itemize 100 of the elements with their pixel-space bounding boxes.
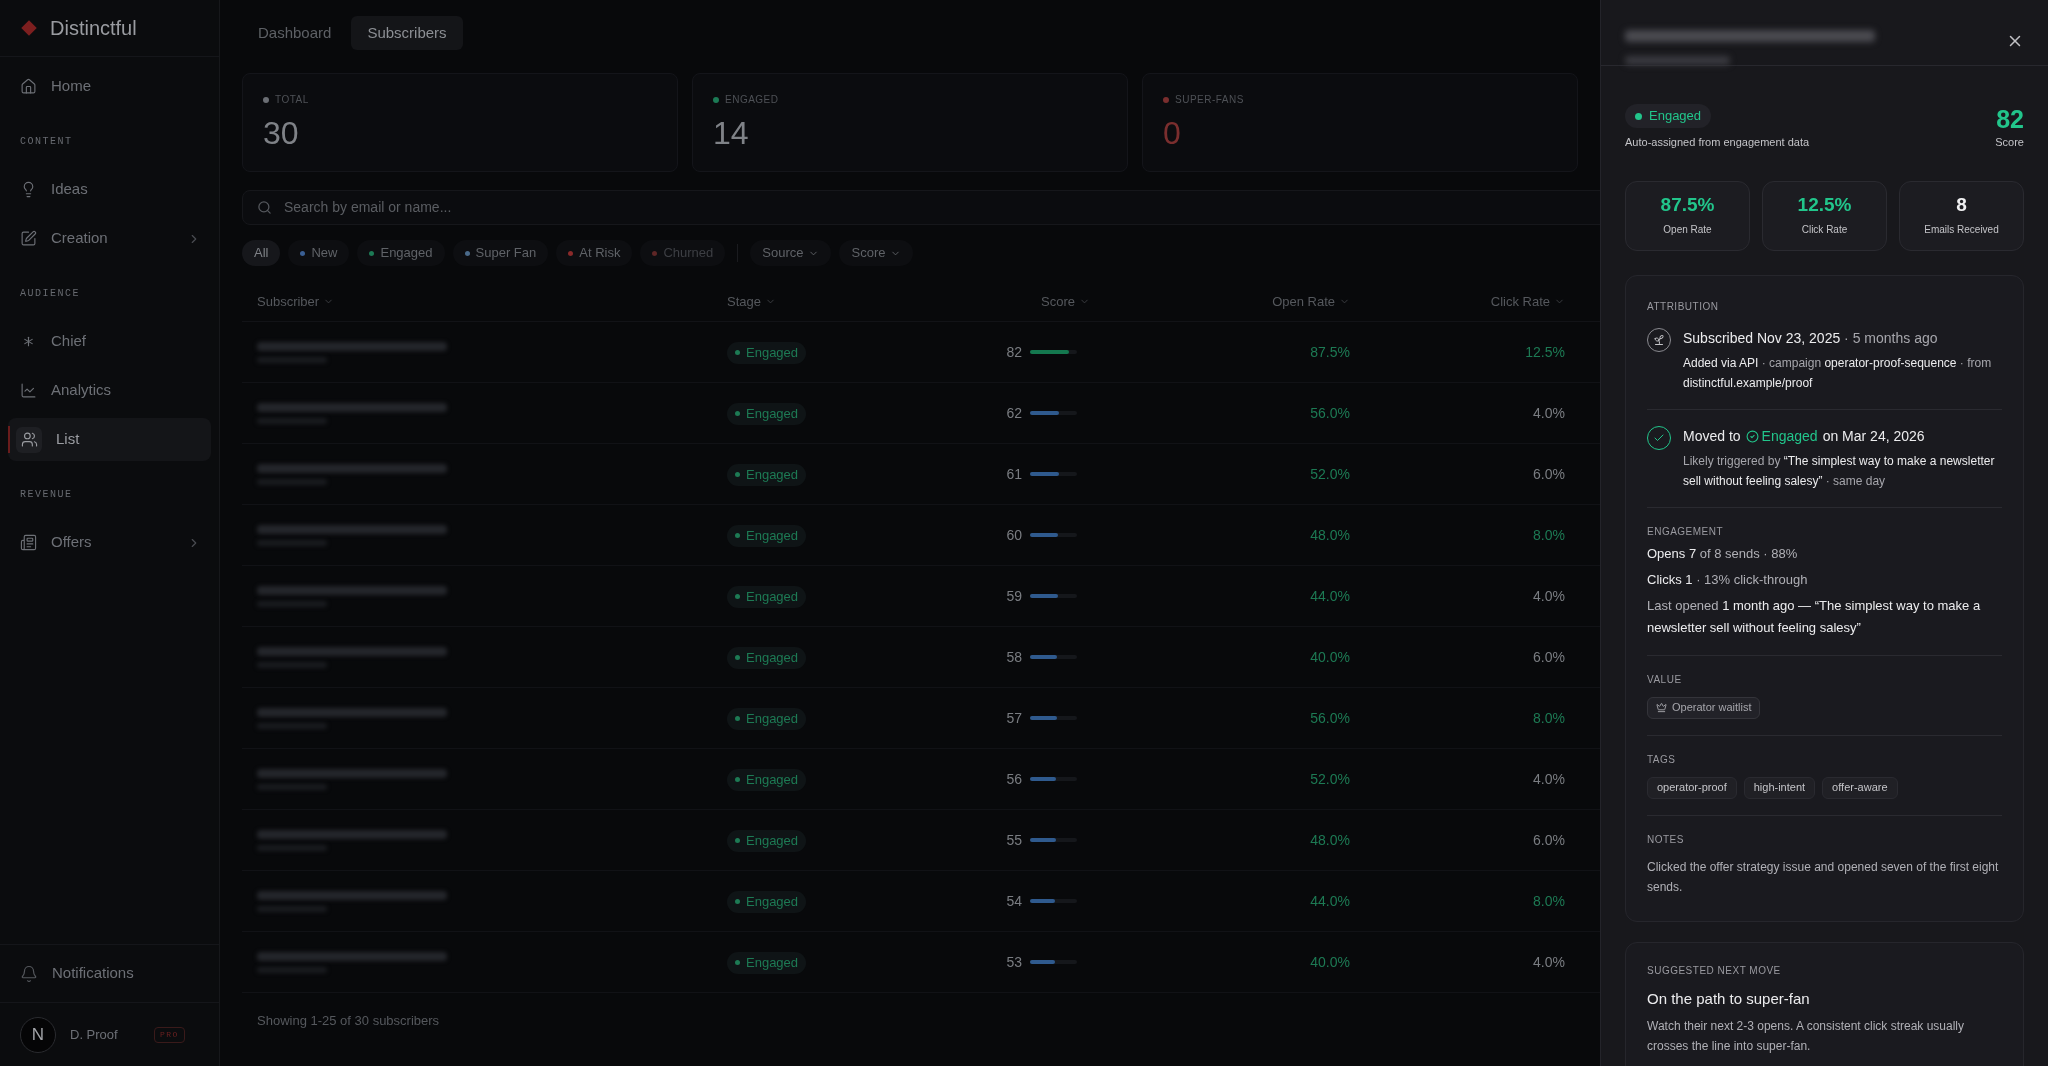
- stage-badge: Engaged: [727, 951, 807, 974]
- search-input[interactable]: Search by email or name...: [284, 197, 1600, 218]
- brand-name: Distinctful: [50, 16, 137, 41]
- score-value: 59: [1005, 586, 1022, 606]
- open-rate: 48.0%: [1310, 830, 1350, 850]
- user-name: D. Proof: [70, 1025, 119, 1044]
- search-icon: [257, 200, 272, 215]
- crown-icon: [1656, 702, 1667, 713]
- open-rate: 52.0%: [1310, 769, 1350, 789]
- filter-chip[interactable]: At Risk: [556, 240, 633, 266]
- value-chip: Operator waitlist: [1647, 696, 1761, 719]
- click-rate: 8.0%: [1533, 708, 1565, 728]
- column-header[interactable]: Click Rate: [1490, 291, 1565, 312]
- open-rate: 52.0%: [1310, 464, 1350, 484]
- open-rate: 44.0%: [1310, 891, 1350, 911]
- plan-badge: PRO: [154, 1026, 185, 1043]
- nav-item[interactable]: Chief: [8, 320, 211, 363]
- nav-item[interactable]: Home: [8, 65, 211, 108]
- search-field[interactable]: Search by email or name...: [242, 190, 1600, 225]
- tag: high-intent: [1743, 776, 1816, 799]
- metric-label: Emails Received: [1924, 223, 1999, 237]
- open-rate: 40.0%: [1310, 952, 1350, 972]
- click-rate: 6.0%: [1533, 647, 1565, 667]
- notifications-link[interactable]: Notifications: [52, 962, 134, 985]
- stage-badge: Engaged: [727, 890, 807, 913]
- nav-item[interactable]: Creation: [8, 217, 211, 260]
- user-avatar[interactable]: N: [20, 1016, 56, 1053]
- active-indicator: [8, 426, 10, 453]
- section-heading: ENGAGEMENT: [1647, 524, 1725, 539]
- metric-label: Click Rate: [1801, 223, 1848, 237]
- engagement-line: Last opened 1 month ago — “The simplest way to make a newsletter sell without feeling salesy”: [1647, 596, 1982, 637]
- section-heading: REVENUE: [20, 487, 73, 502]
- event-title: Subscribed Nov 23, 2025 · 5 months ago: [1683, 328, 1939, 348]
- score-value: 55: [1005, 830, 1022, 850]
- score-value: 82: [1005, 342, 1022, 362]
- nav-item[interactable]: Offers: [8, 521, 211, 564]
- stat-value: 30: [263, 114, 300, 153]
- check-circle-icon: [1745, 429, 1759, 443]
- bell-icon[interactable]: [20, 964, 38, 983]
- section-heading: CONTENT: [20, 134, 73, 149]
- filter-chip[interactable]: All: [242, 240, 281, 266]
- open-rate: 87.5%: [1310, 342, 1350, 362]
- section-heading: AUDIENCE: [20, 286, 80, 301]
- stage-badge: Engaged: [1625, 104, 1712, 128]
- column-header[interactable]: Subscriber: [257, 291, 335, 312]
- event-title: Moved to: [1683, 426, 1741, 446]
- stat-value: 14: [713, 114, 750, 153]
- filter-dropdown[interactable]: Score: [839, 240, 914, 266]
- score-value: 61: [1005, 464, 1022, 484]
- section-heading: NOTES: [1647, 832, 1685, 847]
- tab[interactable]: Subscribers: [351, 16, 463, 50]
- stage-badge: Engaged: [727, 707, 807, 730]
- open-rate: 48.0%: [1310, 525, 1350, 545]
- click-rate: 8.0%: [1533, 891, 1565, 911]
- nav-item[interactable]: Analytics: [8, 369, 211, 412]
- suggestion-text: Watch their next 2-3 opens. A consistent click streak usually crosses the line into super-fan.: [1647, 1018, 1966, 1055]
- filter-chip[interactable]: Super Fan: [452, 240, 549, 266]
- event-detail: Likely triggered by “The simplest way to make a newsletter sell without feeling salesy” · same day: [1683, 452, 1996, 490]
- suggestion-title: On the path to super-fan: [1647, 988, 1811, 1009]
- stat-label: SUPER-FANS: [1175, 93, 1244, 107]
- engagement-line: Opens 7 of 8 sends · 88%: [1647, 544, 1799, 563]
- score-value: 56: [1005, 769, 1022, 789]
- click-rate: 4.0%: [1533, 586, 1565, 606]
- tag: operator-proof: [1647, 776, 1737, 799]
- open-rate: 56.0%: [1310, 708, 1350, 728]
- metric-value: 87.5%: [1660, 194, 1715, 216]
- stat-value: 0: [1163, 114, 1182, 153]
- score-value: 54: [1005, 891, 1022, 911]
- tab[interactable]: Dashboard: [242, 16, 348, 50]
- click-rate: 6.0%: [1533, 464, 1565, 484]
- click-rate: 4.0%: [1533, 952, 1565, 972]
- line-chart-icon: [20, 382, 37, 399]
- click-rate: 12.5%: [1525, 342, 1565, 362]
- score-value: 60: [1005, 525, 1022, 545]
- event-date: on Mar 24, 2026: [1822, 426, 1925, 446]
- tag: offer-aware: [1822, 776, 1898, 799]
- section-heading: SUGGESTED NEXT MOVE: [1647, 963, 1782, 978]
- engagement-line: Clicks 1 · 13% click-through: [1647, 570, 1809, 589]
- column-header[interactable]: Open Rate: [1272, 291, 1350, 312]
- metric-value: 8: [1956, 194, 1967, 216]
- house-icon: [20, 78, 37, 95]
- score-label: Score: [1995, 135, 2024, 150]
- click-rate: 8.0%: [1533, 525, 1565, 545]
- filter-chip[interactable]: New: [288, 240, 350, 266]
- metric-label: Open Rate: [1663, 223, 1712, 237]
- section-heading: ATTRIBUTION: [1647, 299, 1720, 314]
- stage-badge: Engaged: [727, 524, 807, 547]
- stat-label: TOTAL: [275, 93, 309, 107]
- open-rate: 40.0%: [1310, 647, 1350, 667]
- stage-badge: Engaged: [727, 463, 807, 486]
- stage-label: Engaged: [1745, 425, 1818, 447]
- column-header[interactable]: Score: [1041, 291, 1090, 312]
- column-header[interactable]: Stage: [727, 291, 776, 312]
- nav-item[interactable]: List: [8, 418, 211, 461]
- score-value: 82: [1996, 104, 2024, 134]
- section-heading: VALUE: [1647, 672, 1683, 687]
- filter-chip[interactable]: Engaged: [357, 240, 445, 266]
- score-value: 62: [1005, 403, 1022, 423]
- nav-item[interactable]: Ideas: [8, 168, 211, 211]
- filter-dropdown[interactable]: Source: [750, 240, 832, 266]
